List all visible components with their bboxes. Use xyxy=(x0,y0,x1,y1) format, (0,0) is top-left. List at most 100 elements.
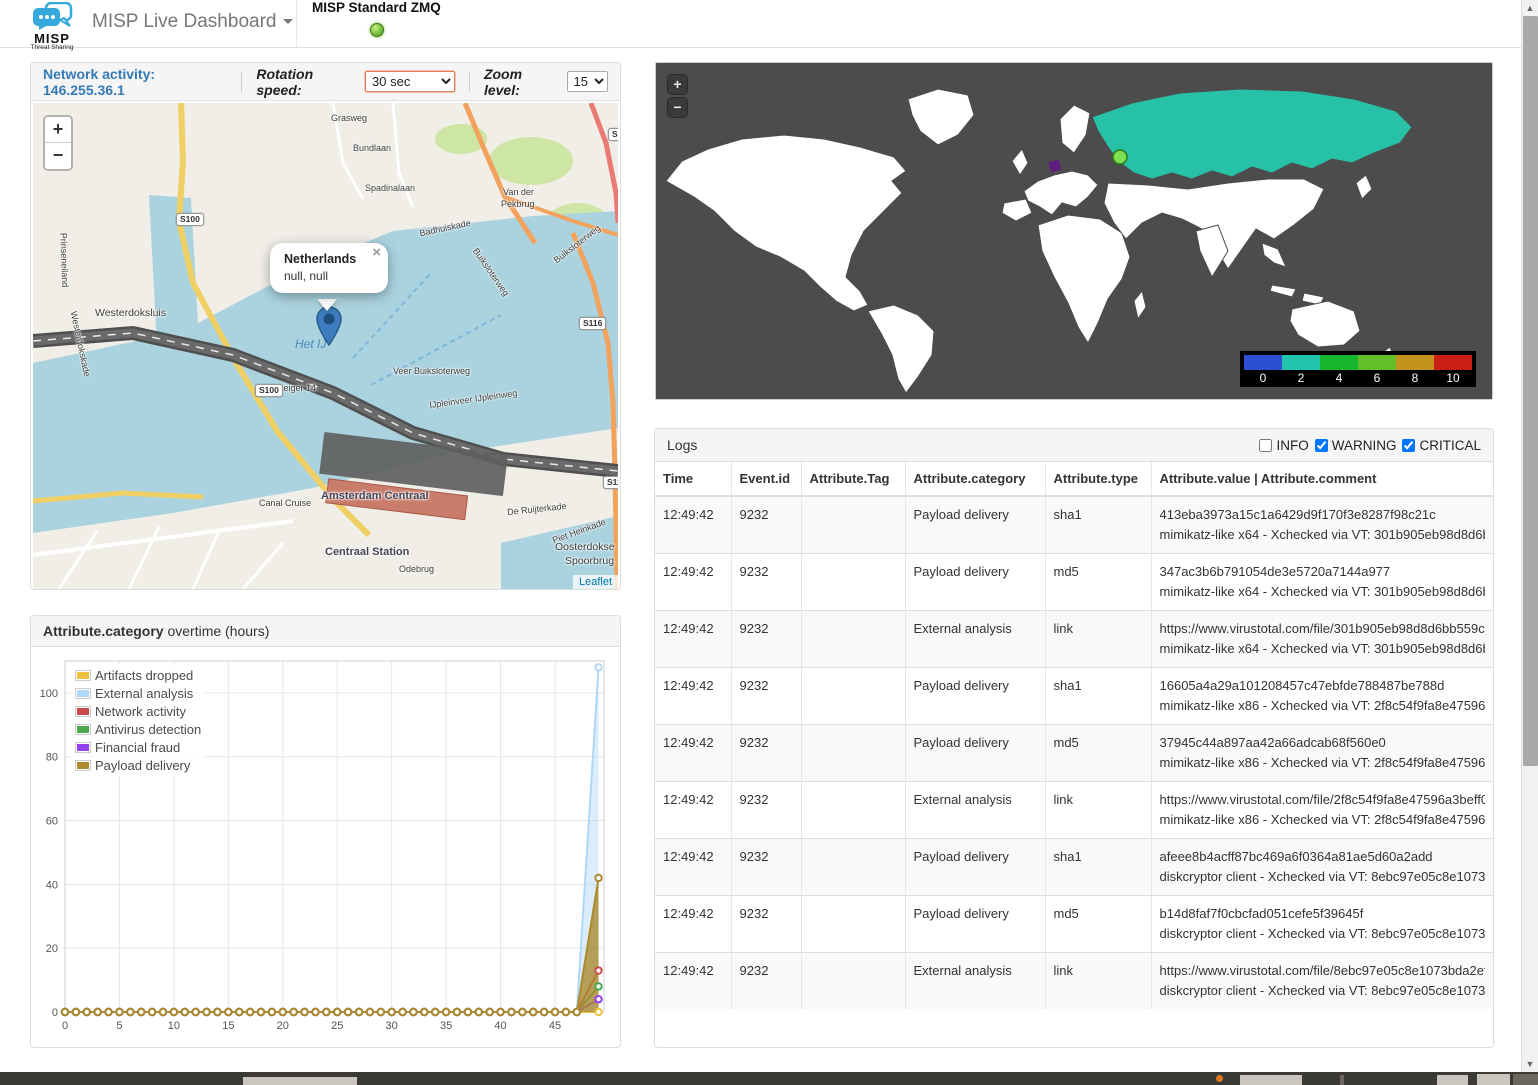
scrollbar-up-arrow-icon[interactable]: ▲ xyxy=(1522,0,1538,16)
log-attribute-category: Payload delivery xyxy=(905,668,1045,725)
log-attribute-category: External analysis xyxy=(905,953,1045,1010)
table-row[interactable]: 12:49:429232External analysislinkhttps:/… xyxy=(655,611,1493,668)
chevron-down-icon xyxy=(283,19,293,24)
road-shield-label: S116 xyxy=(579,317,606,330)
scrollbar-thumb[interactable] xyxy=(1523,16,1538,766)
log-time: 12:49:42 xyxy=(655,953,731,1010)
brand-title: MISP xyxy=(26,33,78,44)
chart-title-bold: Attribute.category xyxy=(43,623,164,639)
log-attribute-comment: mimikatz-like x86 - Xchecked via VT: 2f8… xyxy=(1160,696,1486,716)
world-map-panel[interactable]: + − 0246810 xyxy=(655,62,1493,400)
svg-text:0: 0 xyxy=(52,1007,58,1019)
table-row[interactable]: 12:49:429232External analysislinkhttps:/… xyxy=(655,953,1493,1010)
logs-table: TimeEvent.idAttribute.TagAttribute.categ… xyxy=(655,462,1493,1009)
dashboard-menu-label: MISP Live Dashboard xyxy=(92,11,276,32)
table-row[interactable]: 12:49:429232Payload deliverysha1413eba39… xyxy=(655,496,1493,554)
browser-scrollbar[interactable]: ▲ ▼ xyxy=(1521,0,1538,1072)
table-row[interactable]: 12:49:429232Payload deliverymd5b14d8faf7… xyxy=(655,896,1493,953)
legend-label: Antivirus detection xyxy=(95,722,201,737)
log-time: 12:49:42 xyxy=(655,896,731,953)
svg-text:0: 0 xyxy=(62,1020,68,1032)
navbar: MISP Threat Sharing MISP Live Dashboard … xyxy=(0,0,1538,48)
table-row[interactable]: 12:49:429232Payload deliverymd537945c44a… xyxy=(655,725,1493,782)
color-scale-cell xyxy=(1320,355,1358,370)
color-scale-tick: 8 xyxy=(1396,370,1434,385)
log-attribute-category: Payload delivery xyxy=(905,496,1045,554)
log-attribute-category: External analysis xyxy=(905,611,1045,668)
network-activity-title: Network activity: 146.255.36.1 xyxy=(43,66,227,98)
rotation-speed-select[interactable]: 30 sec xyxy=(365,71,455,92)
log-attribute-tag xyxy=(801,953,905,1010)
log-attribute-category: Payload delivery xyxy=(905,896,1045,953)
legend-label: External analysis xyxy=(95,686,193,701)
table-row[interactable]: 12:49:429232External analysislinkhttps:/… xyxy=(655,782,1493,839)
misp-logo[interactable]: MISP Threat Sharing xyxy=(26,2,78,51)
log-filter-info[interactable]: INFO xyxy=(1259,438,1308,453)
taskbar-fragment xyxy=(1240,1075,1302,1085)
svg-text:15: 15 xyxy=(222,1020,234,1032)
leaflet-attribution[interactable]: Leaflet xyxy=(573,575,618,589)
log-attribute-comment: mimikatz-like x64 - Xchecked via VT: 301… xyxy=(1160,582,1486,602)
popup-close-icon[interactable]: × xyxy=(372,246,381,260)
map-label: Prinseneiland xyxy=(58,233,70,288)
road-shield-label: S11 xyxy=(608,128,618,141)
legend-swatch-icon xyxy=(75,742,91,753)
table-row[interactable]: 12:49:429232Payload deliverysha116605a4a… xyxy=(655,668,1493,725)
color-scale-cell xyxy=(1396,355,1434,370)
zoom-level-select[interactable]: 15 xyxy=(567,71,608,92)
log-attribute-type: sha1 xyxy=(1045,839,1151,896)
color-scale-tick: 4 xyxy=(1320,370,1358,385)
popup-body: null, null xyxy=(284,269,374,283)
map-zoom-out-button[interactable]: − xyxy=(45,143,71,169)
logs-column-header: Attribute.type xyxy=(1045,462,1151,496)
log-time: 12:49:42 xyxy=(655,782,731,839)
taskbar-fragment xyxy=(1513,1074,1538,1085)
log-attribute-value-comment: 16605a4a29a101208457c47ebfde788487be788d… xyxy=(1151,668,1493,725)
chart-title-rest: overtime (hours) xyxy=(164,623,270,639)
world-zoom-out-button[interactable]: − xyxy=(668,98,687,117)
dashboard-menu[interactable]: MISP Live Dashboard xyxy=(92,11,293,33)
log-event-id: 9232 xyxy=(731,896,801,953)
log-filter-critical[interactable]: CRITICAL xyxy=(1402,438,1481,453)
zmq-status-dot xyxy=(370,23,384,37)
legend-swatch-icon xyxy=(75,724,91,735)
log-attribute-tag xyxy=(801,554,905,611)
world-map-event-dot xyxy=(1113,150,1127,164)
log-attribute-comment: mimikatz-like x64 - Xchecked via VT: 301… xyxy=(1160,639,1486,659)
color-scale-tick: 6 xyxy=(1358,370,1396,385)
map-label: Amsterdam Centraal xyxy=(321,490,429,502)
log-filter-warning[interactable]: WARNING xyxy=(1315,438,1397,453)
zmq-status-block: MISP Standard ZMQ xyxy=(312,0,441,37)
world-zoom-in-button[interactable]: + xyxy=(668,75,687,94)
svg-text:20: 20 xyxy=(46,943,58,955)
log-attribute-value-comment: afeee8b4acff87bc469a6f0364a81ae5d60a2add… xyxy=(1151,839,1493,896)
log-time: 12:49:42 xyxy=(655,668,731,725)
table-row[interactable]: 12:49:429232Payload deliverysha1afeee8b4… xyxy=(655,839,1493,896)
log-attribute-value: 16605a4a29a101208457c47ebfde788487be788d xyxy=(1160,676,1486,696)
svg-text:40: 40 xyxy=(494,1020,506,1032)
brand-subtitle: Threat Sharing xyxy=(26,44,78,51)
chart-legend-item: Antivirus detection xyxy=(75,720,201,738)
map-label: Spadinalaan xyxy=(365,183,415,193)
scrollbar-down-arrow-icon[interactable]: ▼ xyxy=(1522,1056,1538,1072)
leaflet-map[interactable]: + − GraswegBundlaanSpadinalaanVan derPek… xyxy=(33,103,618,589)
log-filter-checkbox-critical[interactable] xyxy=(1402,439,1415,452)
log-filter-checkbox-warning[interactable] xyxy=(1315,439,1328,452)
log-attribute-value-comment: https://www.virustotal.com/file/8ebc97e0… xyxy=(1151,953,1493,1010)
map-zoom-in-button[interactable]: + xyxy=(45,117,71,143)
map-marker-pin-icon[interactable] xyxy=(316,306,342,351)
taskbar-fragment xyxy=(1437,1075,1468,1085)
svg-text:45: 45 xyxy=(549,1020,561,1032)
log-time: 12:49:42 xyxy=(655,554,731,611)
legend-label: Financial fraud xyxy=(95,740,180,755)
network-activity-header: Network activity: 146.255.36.1 Rotation … xyxy=(31,63,620,101)
log-attribute-type: md5 xyxy=(1045,725,1151,782)
log-event-id: 9232 xyxy=(731,611,801,668)
log-filter-checkbox-info[interactable] xyxy=(1259,439,1272,452)
logs-column-header: Attribute.value | Attribute.comment xyxy=(1151,462,1493,496)
log-attribute-tag xyxy=(801,668,905,725)
log-filter-label: CRITICAL xyxy=(1419,438,1481,453)
misp-chat-bubbles-icon xyxy=(31,2,73,30)
svg-text:30: 30 xyxy=(386,1020,398,1032)
table-row[interactable]: 12:49:429232Payload deliverymd5347ac3b6b… xyxy=(655,554,1493,611)
